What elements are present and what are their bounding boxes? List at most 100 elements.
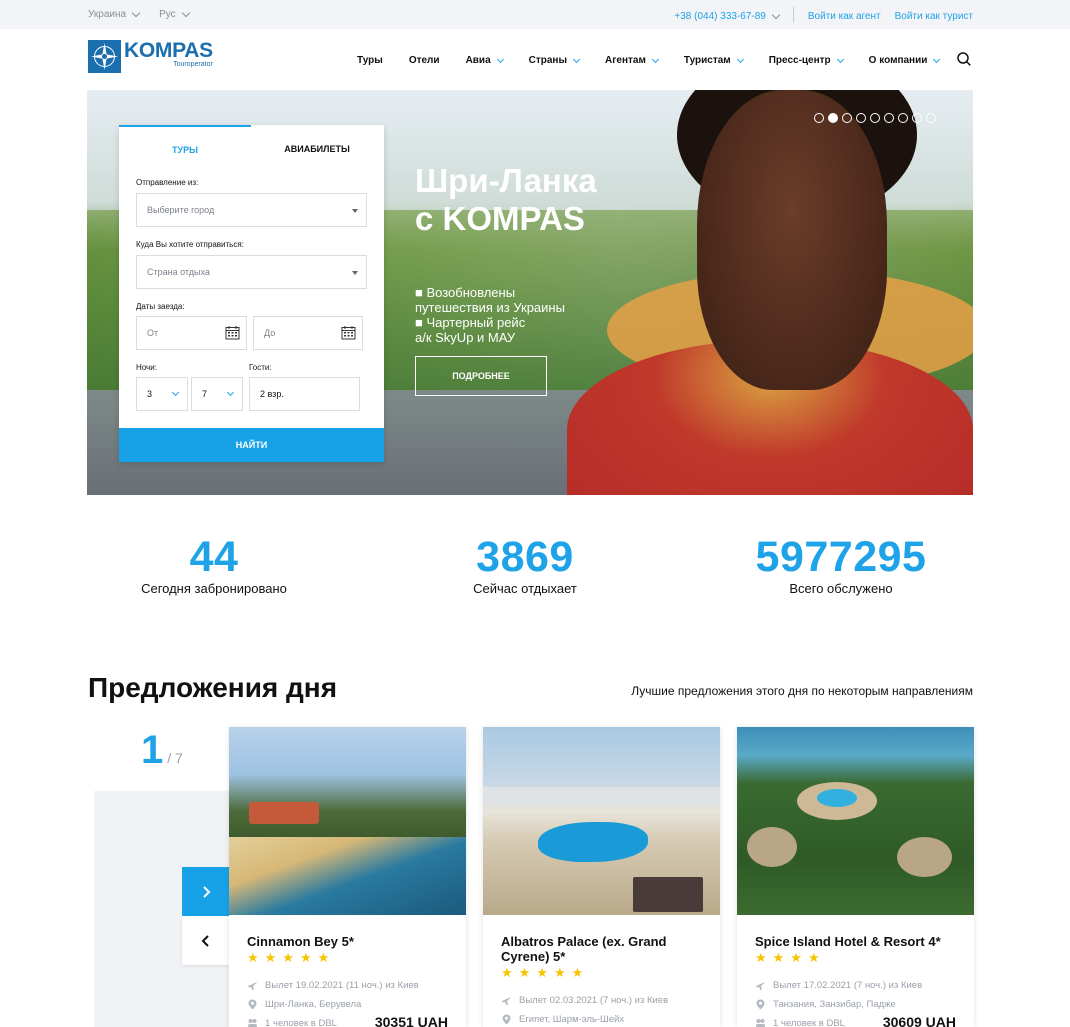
search-icon[interactable] [957,52,971,66]
chevron-down-icon [651,55,659,63]
nav-label: Страны [528,55,568,66]
people-info: 1 человек в DBL [247,1018,337,1027]
hotel-photo [737,727,974,915]
departure-info: Вылет 17.02.2021 (7 ноч.) из Киев [755,980,922,991]
offer-card[interactable]: Albatros Palace (ex. Grand Cyrene) 5* ★★… [483,727,720,1027]
chevron-down-icon [226,388,235,397]
agent-login-link[interactable]: Войти как агент [808,11,881,22]
dates-label: Даты заезда: [136,302,185,311]
calendar-icon[interactable] [341,325,356,340]
find-button[interactable]: НАЙТИ [119,428,384,462]
nav-label: Пресс-центр [768,55,831,66]
location-text: Танзания, Занзибар, Падже [773,999,896,1010]
nav-item-tours[interactable]: Туры [357,55,383,66]
country-label: Украина [88,9,127,20]
nights-to-select[interactable]: 7 [191,377,243,411]
date-to-field[interactable]: До [253,316,363,350]
nav-item-about[interactable]: О компании [868,55,941,66]
hero-bullet-text: путешествия из Украины [415,300,565,315]
slider-dot[interactable] [926,113,936,123]
people-icon [756,1019,765,1027]
guests-value: 2 взр. [260,389,284,399]
nav-item-press[interactable]: Пресс-центр [768,55,844,66]
departure-info: Вылет 02.03.2021 (7 ноч.) из Киев [501,995,668,1006]
guests-label: Гости: [249,363,272,372]
offer-card[interactable]: Spice Island Hotel & Resort 4* ★★★★ Выле… [737,727,974,1027]
departure-select[interactable]: Выберите город [136,193,367,227]
people-text: 1 человек в DBL [265,1018,337,1027]
chevron-down-icon [771,10,781,19]
logo[interactable]: KOMPAS Touroperator [88,40,213,73]
chevron-right-icon [202,885,210,898]
stat-value: 44 [189,533,239,581]
star-rating: ★★★★★ [247,950,336,965]
stat-on-vacation: 3869 Сейчас отдыхает [375,533,675,596]
stat-value: 3869 [476,533,574,581]
slider-dot[interactable] [870,113,880,123]
hero-photo-face [697,90,887,390]
nights-to-value: 7 [202,389,208,399]
offer-card[interactable]: Cinnamon Bey 5* ★★★★★ Вылет 19.02.2021 (… [229,727,466,1027]
country-select[interactable]: Украина [88,8,141,20]
nav-item-tourists[interactable]: Туристам [683,55,744,66]
hotel-name: Albatros Palace (ex. Grand Cyrene) 5* [501,934,667,964]
section-title: Предложения дня [88,672,338,703]
tab-tours[interactable]: ТУРЫ [119,125,251,173]
compass-logo-icon [88,40,121,73]
nav-item-countries[interactable]: Страны [528,55,581,66]
departure-text: Вылет 02.03.2021 (7 ноч.) из Киев [519,995,669,1006]
location-pin-icon [248,999,257,1010]
slider-dot[interactable] [898,113,908,123]
nav-label: Туры [357,55,383,66]
departure-text: Вылет 17.02.2021 (7 ноч.) из Киев [773,980,923,991]
plane-icon [248,982,257,990]
tourist-login-link[interactable]: Войти как турист [895,11,973,22]
date-from-field[interactable]: От [136,316,247,350]
slider-dot[interactable] [814,113,824,123]
counter-current: 1 [141,728,164,772]
slider-dot[interactable] [842,113,852,123]
chevron-down-icon [933,55,941,63]
details-button[interactable]: ПОДРОБНЕЕ [415,356,547,396]
slider-dot[interactable] [884,113,894,123]
hero-title: Шри-Ланка с KOMPAS [415,162,597,238]
language-select[interactable]: Рус [159,8,190,20]
nav-item-agents[interactable]: Агентам [605,55,659,66]
destination-label: Куда Вы хотите отправиться: [136,240,244,249]
destination-select[interactable]: Страна отдыха [136,255,367,289]
location-text: Шри-Ланка, Берувела [265,999,362,1010]
nights-from-select[interactable]: 3 [136,377,188,411]
tab-flights[interactable]: АВИАБИЛЕТЫ [251,125,383,173]
nav-label: Туристам [683,55,731,66]
caret-down-icon [352,271,358,275]
location-pin-icon [502,1014,511,1025]
chevron-down-icon [736,55,744,63]
slider-dots [814,113,936,123]
slider-dot[interactable] [828,113,838,123]
tour-search-form: ТУРЫ АВИАБИЛЕТЫ Отправление из: Выберите… [119,125,384,462]
slider-dot[interactable] [912,113,922,123]
nav-label: О компании [868,55,928,66]
phone-select[interactable]: +38 (044) 333-67-89 [674,10,781,22]
hotel-photo [229,727,466,915]
stat-label: Сегодня забронировано [141,581,287,596]
nav-item-hotels[interactable]: Отели [409,55,440,66]
nav-label: Агентам [605,55,646,66]
language-label: Рус [159,9,176,20]
calendar-icon[interactable] [225,325,240,340]
location-text: Египет, Шарм-эль-Шейх [519,1014,625,1025]
price: 30609 UAH [882,1014,956,1027]
plane-icon [756,982,765,990]
slider-dot[interactable] [856,113,866,123]
next-offer-button[interactable] [182,867,229,916]
chevron-left-icon [201,934,209,947]
top-utility-bar: Украина Рус +38 (044) 333-67-89 Войти ка… [0,0,1070,29]
location-pin-icon [756,999,765,1010]
prev-offer-button[interactable] [182,916,229,965]
nav-item-avia[interactable]: Авиа [466,55,504,66]
guests-field[interactable]: 2 взр. [249,377,360,411]
price: 30351 UAH [374,1014,448,1027]
people-info: 1 человек в DBL [755,1018,845,1027]
offers-counter: 1 / 7 [141,728,183,773]
people-text: 1 человек в DBL [773,1018,845,1027]
